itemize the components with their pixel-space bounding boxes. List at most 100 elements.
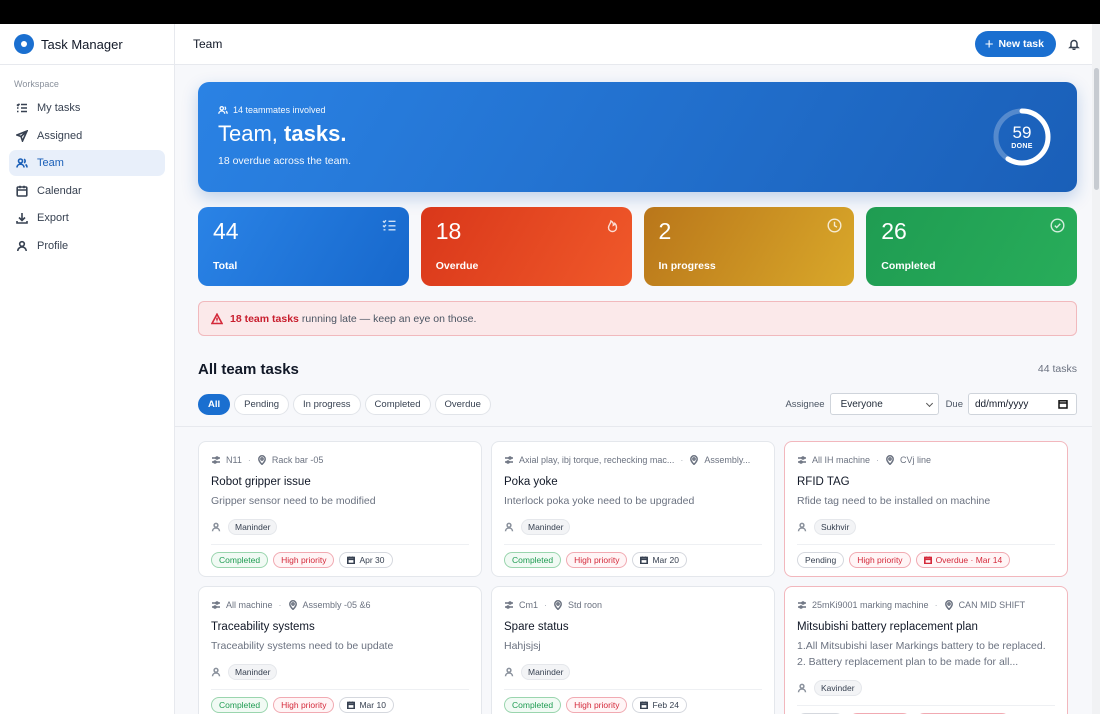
list-check-icon [16,103,27,113]
due-label: Due [945,398,963,410]
assignee-label: Assignee [785,398,825,410]
scrollbar-thumb[interactable] [1094,68,1099,190]
card-meta: Cm1 · Std roon [504,599,762,611]
task-count: 44 tasks [1037,363,1077,375]
sliders-icon [212,456,220,464]
sidebar-item-my-tasks[interactable]: My tasks [9,95,165,121]
card-tags: Completed High priority Mar 10 [211,689,469,713]
location-pin-icon [886,455,894,465]
status-badge: Completed [504,552,562,568]
card-machine: Axial play, ibj torque, rechecking mac..… [519,455,675,465]
card-assignee: Maninder [211,519,469,535]
hero-title-plain: Team, [218,121,278,146]
workspace-label: Workspace [14,79,59,89]
priority-badge: High priority [566,697,628,713]
stat-cards: 44 Total 18 Overdue 2 In progress 26 Com… [198,207,1077,286]
stat-value: 2 [658,218,672,244]
card-location: Assembly -05 &6 [302,600,371,610]
hero-title: Team, tasks. [218,121,1057,147]
sliders-icon [798,601,806,609]
card-location: Rack bar -05 [271,455,324,465]
status-badge: Completed [211,697,269,713]
sidebar: Task Manager Workspace My tasks Assigned… [0,24,175,714]
divider [175,426,1100,427]
card-assignee: Kavinder [797,680,1055,696]
card-location: CAN MID SHIFT [958,600,1026,610]
assignee-chip: Kavinder [814,680,862,696]
calendar-icon [640,556,649,564]
alert-highlight: 18 team tasks [230,312,299,325]
task-card[interactable]: 25mKi9001 marking machine · CAN MID SHIFT M… [784,586,1068,714]
task-card[interactable]: Axial play, ibj torque, rechecking mac..… [491,441,775,577]
user-icon [17,240,27,252]
sidebar-item-assigned[interactable]: Assigned [9,123,165,149]
assignee-value: Everyone [840,398,883,410]
teammates-count: 14 teammates involved [233,105,326,115]
clock-icon [827,218,842,233]
due-badge: Mar 10 [339,697,394,713]
due-badge: Feb 24 [632,697,687,713]
card-machine: 25mKi9001 marking machine [812,600,929,610]
card-title: Poka yoke [504,476,558,488]
stat-label: Completed [881,260,936,272]
due-date: Mar 20 [652,555,679,565]
card-meta: All IH machine · CVj line [797,454,1055,466]
user-icon [797,683,807,693]
due-badge: Overdue · Mar 14 [915,552,1011,568]
card-tags: Completed High priority Apr 30 [211,544,469,568]
card-machine: All IH machine [812,455,871,465]
sidebar-item-label: Assigned [37,129,83,142]
stat-total[interactable]: 44 Total [198,207,409,286]
card-description: Gripper sensor need to be modified [211,495,376,507]
due-date-input[interactable]: dd/mm/yyyy [968,393,1077,415]
filter-chip-overdue[interactable]: Overdue [434,393,491,415]
assignee-chip: Maninder [228,519,278,535]
due-date: Feb 24 [652,700,679,710]
task-card[interactable]: N11 · Rack bar -05 Robot gripper issue Gripp… [198,441,482,577]
status-badge: Completed [504,697,562,713]
sidebar-item-export[interactable]: Export [9,205,165,231]
sidebar-item-profile[interactable]: Profile [9,233,165,259]
user-icon [211,522,221,532]
task-card[interactable]: Cm1 · Std roon Spare status Hahjsjsj Maninder… [491,586,775,714]
calendar-icon [347,701,356,709]
filter-chip-pending[interactable]: Pending [234,393,290,415]
section-title: All team tasks [198,360,299,378]
users-icon [16,158,28,168]
content: 14 teammates involved Team, tasks. 18 ov… [175,65,1100,714]
assignee-chip: Maninder [521,664,571,680]
filter-chip-in-progress[interactable]: In progress [293,393,361,415]
sidebar-item-calendar[interactable]: Calendar [9,178,165,204]
brand: Task Manager [0,24,174,65]
done-label: DONE [1011,143,1033,150]
card-machine: Cm1 [519,600,539,610]
logo-icon [14,34,34,54]
filter-chip-all[interactable]: All [198,393,231,415]
stat-label: Overdue [435,260,479,272]
priority-badge: High priority [849,552,911,568]
send-icon [16,129,28,142]
calendar-icon[interactable] [1058,399,1068,409]
filter-chip-completed[interactable]: Completed [364,393,431,415]
alert-text: running late — keep an eye on those. [301,312,477,325]
sidebar-item-team[interactable]: Team [9,150,165,177]
location-pin-icon [257,455,266,465]
assignee-select[interactable]: Everyone [829,393,939,415]
stat-in-progress[interactable]: 2 In progress [643,207,855,286]
stat-overdue[interactable]: 18 Overdue [420,207,632,286]
priority-badge: High priority [273,697,335,713]
flame-icon [605,218,620,233]
new-task-button[interactable]: + New task [974,31,1056,57]
stat-label: In progress [658,260,716,272]
scrollbar[interactable] [1092,24,1100,714]
assignee-chip: Maninder [228,664,278,680]
bell-icon[interactable] [1068,37,1082,51]
card-meta: 25mKi9001 marking machine · CAN MID SHIFT [797,599,1055,611]
check-circle-icon [1050,218,1065,233]
task-card[interactable]: All IH machine · CVj line RFID TAG Rfide tag… [784,441,1068,577]
card-description: Traceability systems need to be update [211,640,394,652]
card-tags: Completed High priority Feb 24 [504,689,762,713]
page-title: Team [193,37,223,51]
task-card[interactable]: All machine · Assembly -05 &6 Traceability … [198,586,482,714]
stat-completed[interactable]: 26 Completed [866,207,1077,286]
